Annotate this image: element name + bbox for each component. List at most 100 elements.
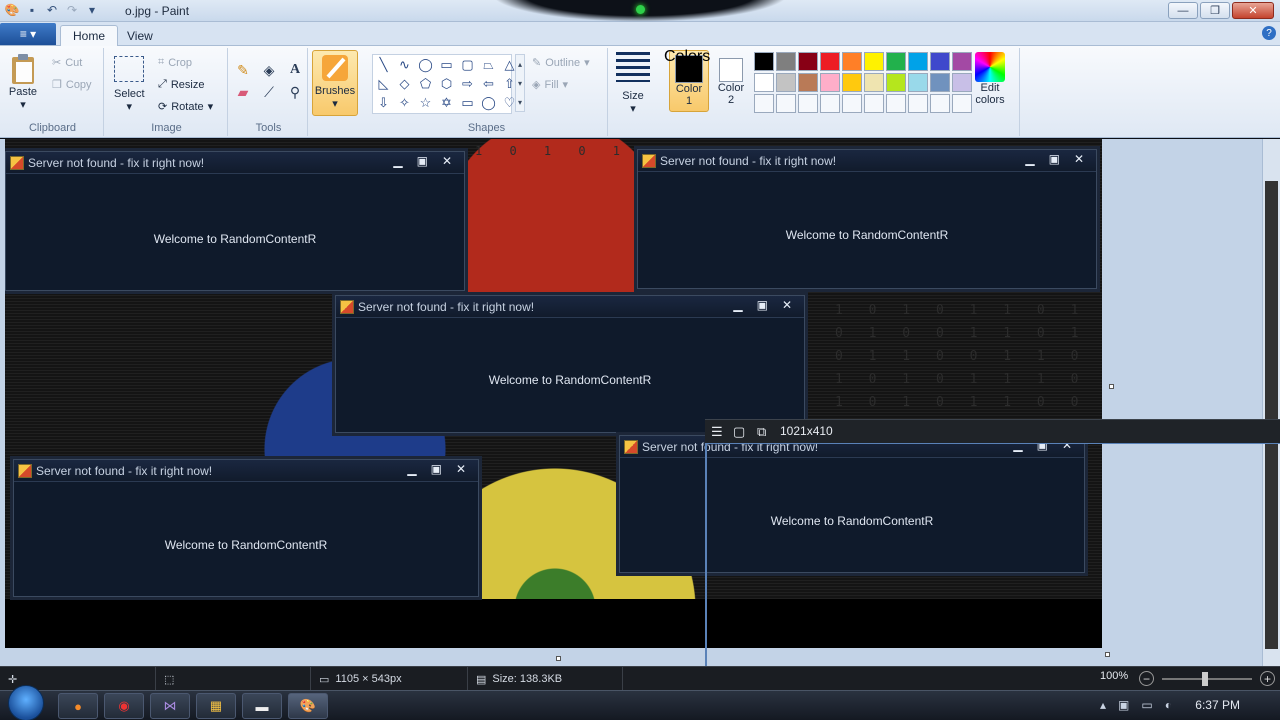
cut-button[interactable]: ✂ Cut [52, 56, 82, 70]
customize-qat-icon[interactable]: ▾ [84, 2, 100, 18]
dialog-title: Server not found - fix it right now! [660, 154, 837, 168]
tab-view[interactable]: View [115, 25, 165, 46]
callout-rect-shape-icon[interactable]: ▭ [458, 94, 477, 112]
dialog-controls: ▁ ▣ ✕ [733, 298, 792, 312]
network-tray-icon[interactable]: ▣ [1118, 698, 1129, 712]
maximize-button[interactable]: ❐ [1200, 2, 1230, 19]
vertical-scrollbar[interactable] [1262, 139, 1280, 666]
color-picker-icon[interactable]: ⟋ [258, 82, 280, 102]
app-taskbar-button[interactable]: ▦ [196, 693, 236, 719]
visual-studio-taskbar-button[interactable]: ⋈ [150, 693, 190, 719]
zoom-slider[interactable] [1162, 672, 1252, 686]
shapes-gallery-scroll[interactable]: ▴ ▾ ▾ [515, 54, 525, 112]
pencil-icon[interactable]: ✎ [232, 60, 254, 80]
recorder-taskbar-button[interactable]: ◉ [104, 693, 144, 719]
curve-shape-icon[interactable]: ∿ [395, 56, 414, 74]
oval-shape-icon[interactable]: ◯ [416, 56, 435, 74]
show-hidden-icons-icon[interactable]: ▴ [1100, 698, 1106, 712]
zoom-out-button[interactable]: − [1139, 671, 1154, 686]
right-arrow-shape-icon[interactable]: ⇨ [458, 75, 477, 93]
resize-button[interactable]: ⤢ Resize [158, 78, 204, 91]
paint-taskbar-button[interactable]: 🎨 [288, 693, 328, 719]
eraser-icon[interactable]: ▰ [232, 82, 254, 102]
menu-icon[interactable]: ☰ [711, 424, 723, 440]
close-icon[interactable]: ✕ [442, 154, 452, 168]
maximize-icon[interactable]: ▣ [757, 298, 768, 312]
maximize-icon[interactable]: ▣ [417, 154, 428, 168]
tab-home[interactable]: Home [60, 25, 119, 46]
crop-button[interactable]: ⌗ Crop [158, 56, 192, 69]
magnifier-icon[interactable]: ⚲ [284, 82, 306, 102]
copy-button[interactable]: ❐ Copy [52, 78, 92, 92]
dialog-titlebar: Server not found - fix it right now! ▁ ▣ ✕ [336, 296, 804, 318]
callout-oval-shape-icon[interactable]: ◯ [479, 94, 498, 112]
text-icon[interactable]: A [284, 60, 306, 80]
save-icon[interactable]: ▪ [24, 2, 40, 18]
minimize-icon[interactable]: ▁ [393, 154, 402, 168]
outline-button[interactable]: ✎ Outline ▾ [532, 56, 590, 70]
workspace: 1 0 1 0 1 0 1 0 1 0 1 1 0 1 0 1 1 0 1 0 … [0, 139, 1280, 666]
line-width-icon [616, 52, 650, 82]
rectangle-snip-icon[interactable]: ▢ [733, 424, 745, 440]
left-arrow-shape-icon[interactable]: ⇦ [479, 75, 498, 93]
rounded-rectangle-shape-icon[interactable]: ▢ [458, 56, 477, 74]
canvas-resize-handle-right[interactable] [1109, 384, 1114, 389]
rotate-button[interactable]: ⟳ Rotate ▾ [158, 100, 213, 114]
polygon-shape-icon[interactable]: ⏢ [479, 56, 498, 74]
help-icon[interactable]: ? [1262, 26, 1276, 40]
window-snip-icon[interactable]: ⧉ [757, 424, 766, 440]
minimize-icon[interactable]: ▁ [733, 298, 742, 312]
dialog-message: Welcome to RandomContentR [164, 538, 328, 552]
brushes-button[interactable]: Brushes ▾ [312, 50, 358, 116]
close-icon[interactable]: ✕ [456, 462, 466, 476]
display-tray-icon[interactable]: ▭ [1141, 698, 1152, 712]
scrollbar-thumb[interactable] [1265, 181, 1278, 649]
colors-group: Colors [664, 48, 1020, 136]
five-point-star-shape-icon[interactable]: ☆ [416, 94, 435, 112]
volume-tray-icon[interactable]: ◐ [1165, 698, 1172, 712]
start-button[interactable] [8, 685, 44, 720]
drawing-canvas[interactable]: 1 0 1 0 1 0 1 0 1 0 1 1 0 1 0 1 1 0 1 0 … [5, 139, 1102, 648]
canvas-resize-handle-bottom[interactable] [556, 656, 561, 661]
redo-icon[interactable]: ↷ [64, 2, 80, 18]
fill-bucket-icon[interactable]: ◈ [258, 60, 280, 80]
shapes-group: ╲ ∿ ◯ ▭ ▢ ⏢ △ ◺ ◇ ⬠ ⬡ ⇨ ⇦ ⇧ ⇩ ✧ ☆ ✡ ▭ ◯ [366, 48, 608, 136]
app-icon [18, 464, 32, 478]
undo-icon[interactable]: ↶ [44, 2, 60, 18]
error-dialog-4: Server not found - fix it right now! ▁ ▣ ✕… [13, 459, 479, 597]
cursor-icon: ✛ [8, 673, 18, 686]
close-icon[interactable]: ✕ [1074, 152, 1084, 166]
firefox-taskbar-button[interactable]: ● [58, 693, 98, 719]
minimize-icon[interactable]: ▁ [407, 462, 416, 476]
tools-grid: ✎ ◈ A ▰ ⟋ ⚲ [232, 60, 308, 102]
maximize-icon[interactable]: ▣ [431, 462, 442, 476]
down-arrow-shape-icon[interactable]: ⇩ [374, 94, 393, 112]
six-point-star-shape-icon[interactable]: ✡ [437, 94, 456, 112]
minimize-icon[interactable]: ▁ [1025, 152, 1034, 166]
size-button[interactable]: Size ▾ [616, 52, 650, 115]
line-shape-icon[interactable]: ╲ [374, 56, 393, 74]
select-button[interactable]: Select ▾ [114, 56, 145, 113]
clock[interactable]: 6:37 PM [1195, 698, 1240, 712]
paint-app-icon[interactable]: 🎨 [4, 2, 20, 18]
close-icon[interactable]: ✕ [782, 298, 792, 312]
app-icon [642, 154, 656, 168]
hexagon-shape-icon[interactable]: ⬡ [437, 75, 456, 93]
maximize-icon[interactable]: ▣ [1049, 152, 1060, 166]
four-point-star-shape-icon[interactable]: ✧ [395, 94, 414, 112]
diamond-shape-icon[interactable]: ◇ [395, 75, 414, 93]
rotate-icon: ⟳ [158, 101, 168, 113]
rectangle-shape-icon[interactable]: ▭ [437, 56, 456, 74]
snip-toolbar: ☰ ▢ ⧉ 1021x410 [705, 419, 1280, 443]
canvas-resize-handle-corner[interactable] [1105, 652, 1110, 657]
minimize-button[interactable]: — [1168, 2, 1198, 19]
console-taskbar-button[interactable]: ▬ [242, 693, 282, 719]
close-button[interactable]: ✕ [1232, 2, 1274, 19]
right-triangle-shape-icon[interactable]: ◺ [374, 75, 393, 93]
zoom-in-button[interactable]: + [1260, 671, 1275, 686]
file-menu-button[interactable]: ≡ ▾ [0, 23, 56, 45]
fill-button[interactable]: ◈ Fill ▾ [532, 78, 568, 92]
pentagon-shape-icon[interactable]: ⬠ [416, 75, 435, 93]
zoom-slider-thumb[interactable] [1202, 672, 1208, 686]
paste-button[interactable]: Paste ▾ [8, 52, 38, 111]
